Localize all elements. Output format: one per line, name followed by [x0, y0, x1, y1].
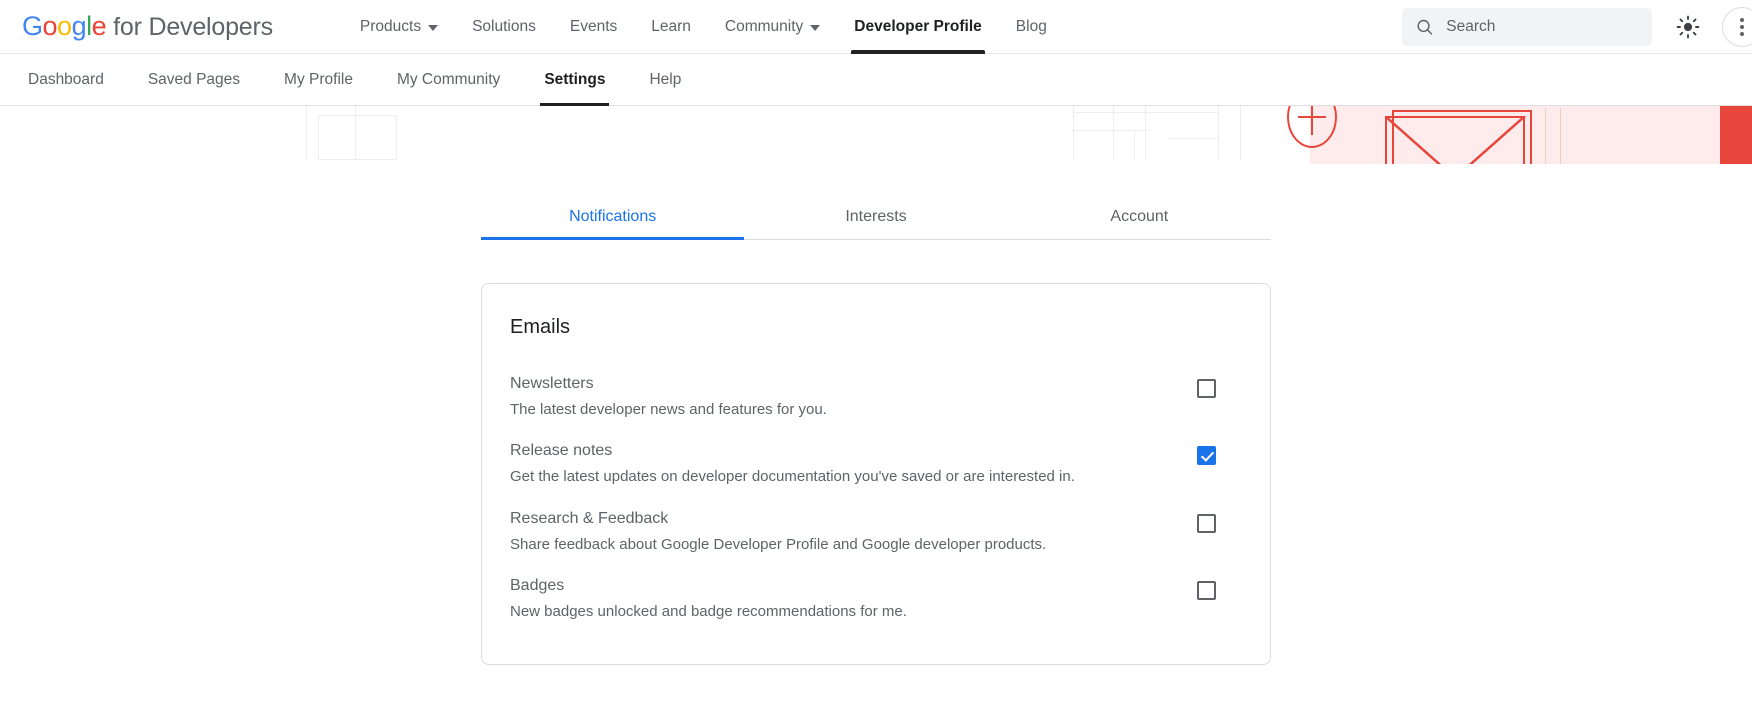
- preference-row: Newsletters The latest developer news and…: [510, 365, 1242, 432]
- checkbox-newsletters[interactable]: [1197, 379, 1216, 398]
- topnav-item-label: Solutions: [472, 18, 536, 36]
- subnav-item-label: Saved Pages: [148, 71, 240, 89]
- preference-label: Research & Feedback: [510, 509, 1177, 529]
- settings-tabs-container: Notifications Interests Account: [0, 198, 1752, 240]
- subnav-item-label: Help: [649, 71, 681, 89]
- topnav-item-label: Events: [570, 18, 617, 36]
- tab-account[interactable]: Account: [1008, 198, 1271, 239]
- search-icon: [1416, 17, 1433, 37]
- topnav-item-solutions[interactable]: Solutions: [455, 0, 553, 54]
- tab-label: Account: [1110, 208, 1168, 225]
- preference-label: Newsletters: [510, 374, 1177, 394]
- banner-illustration: [0, 106, 1752, 164]
- subnav-item-settings[interactable]: Settings: [522, 54, 627, 106]
- kebab-menu-icon: [1740, 18, 1744, 36]
- theme-toggle-button[interactable]: [1668, 7, 1708, 47]
- preference-row: Release notes Get the latest updates on d…: [510, 432, 1242, 499]
- subnav-item-my-profile[interactable]: My Profile: [262, 54, 375, 106]
- preference-text: Badges New badges unlocked and badge reco…: [510, 576, 1177, 622]
- preference-text: Newsletters The latest developer news and…: [510, 374, 1177, 420]
- subnav-item-label: Settings: [544, 71, 605, 89]
- preference-label: Badges: [510, 576, 1177, 596]
- google-for-developers-logo[interactable]: Google for Developers: [22, 11, 273, 42]
- search-box[interactable]: [1402, 8, 1652, 46]
- logo-letter-g: G: [22, 11, 43, 41]
- banner-red-block: [1720, 106, 1752, 164]
- preference-description: Get the latest updates on developer docu…: [510, 467, 1177, 487]
- overflow-menu-button[interactable]: [1722, 7, 1752, 47]
- topnav-item-blog[interactable]: Blog: [999, 0, 1064, 54]
- tab-label: Notifications: [569, 208, 656, 225]
- subnav-item-help[interactable]: Help: [627, 54, 703, 106]
- settings-tabs: Notifications Interests Account: [481, 198, 1271, 240]
- envelope-icon-front: [1385, 116, 1527, 164]
- subnav-item-my-community[interactable]: My Community: [375, 54, 522, 106]
- checkbox-release-notes[interactable]: [1197, 446, 1216, 465]
- logo-letter-o2: o: [57, 11, 72, 41]
- chevron-down-icon: [810, 25, 820, 31]
- checkbox-badges[interactable]: [1197, 581, 1216, 600]
- checkbox-research-feedback[interactable]: [1197, 514, 1216, 533]
- settings-card-container: Emails Newsletters The latest developer n…: [0, 283, 1752, 665]
- preference-text: Release notes Get the latest updates on d…: [510, 441, 1177, 487]
- subnav-item-dashboard[interactable]: Dashboard: [6, 54, 126, 106]
- tab-notifications[interactable]: Notifications: [481, 198, 744, 239]
- top-nav-actions: [1402, 0, 1752, 54]
- subnav-item-label: My Community: [397, 71, 500, 89]
- topnav-item-label: Developer Profile: [854, 18, 982, 36]
- top-navigation-bar: Google for Developers Products Solutions E…: [0, 0, 1752, 54]
- profile-banner: [0, 106, 1752, 164]
- emails-settings-card: Emails Newsletters The latest developer n…: [481, 283, 1271, 665]
- subnav-item-saved-pages[interactable]: Saved Pages: [126, 54, 262, 106]
- topnav-item-label: Products: [360, 18, 421, 36]
- secondary-navigation-bar: Dashboard Saved Pages My Profile My Communi…: [0, 54, 1752, 106]
- chevron-down-icon: [428, 25, 438, 31]
- topnav-item-label: Community: [725, 18, 803, 36]
- preference-description: The latest developer news and features f…: [510, 400, 1177, 420]
- preference-description: Share feedback about Google Developer Pr…: [510, 535, 1177, 555]
- card-title: Emails: [510, 316, 1242, 339]
- subnav-item-label: My Profile: [284, 71, 353, 89]
- topnav-item-developer-profile[interactable]: Developer Profile: [837, 0, 999, 54]
- sun-icon: [1676, 15, 1700, 39]
- preference-row: Research & Feedback Share feedback about …: [510, 500, 1242, 567]
- logo-letter-o1: o: [43, 11, 58, 41]
- search-input[interactable]: [1446, 18, 1638, 36]
- topnav-item-products[interactable]: Products: [343, 0, 455, 54]
- tab-label: Interests: [845, 208, 906, 225]
- preference-row: Badges New badges unlocked and badge reco…: [510, 567, 1242, 634]
- brand-suffix: for Developers: [113, 13, 273, 42]
- logo-letter-g2: g: [72, 11, 87, 41]
- tab-interests[interactable]: Interests: [744, 198, 1007, 239]
- topnav-item-community[interactable]: Community: [708, 0, 837, 54]
- preference-list: Newsletters The latest developer news and…: [510, 365, 1242, 634]
- preference-label: Release notes: [510, 441, 1177, 461]
- google-wordmark: Google: [22, 11, 106, 42]
- preference-description: New badges unlocked and badge recommenda…: [510, 602, 1177, 622]
- topnav-item-label: Blog: [1016, 18, 1047, 36]
- logo-letter-e: e: [92, 11, 107, 41]
- topnav-item-learn[interactable]: Learn: [634, 0, 708, 54]
- primary-nav-links: Products Solutions Events Learn Community Dev…: [343, 0, 1064, 54]
- subnav-item-label: Dashboard: [28, 71, 104, 89]
- topnav-item-label: Learn: [651, 18, 691, 36]
- topnav-item-events[interactable]: Events: [553, 0, 634, 54]
- preference-text: Research & Feedback Share feedback about …: [510, 509, 1177, 555]
